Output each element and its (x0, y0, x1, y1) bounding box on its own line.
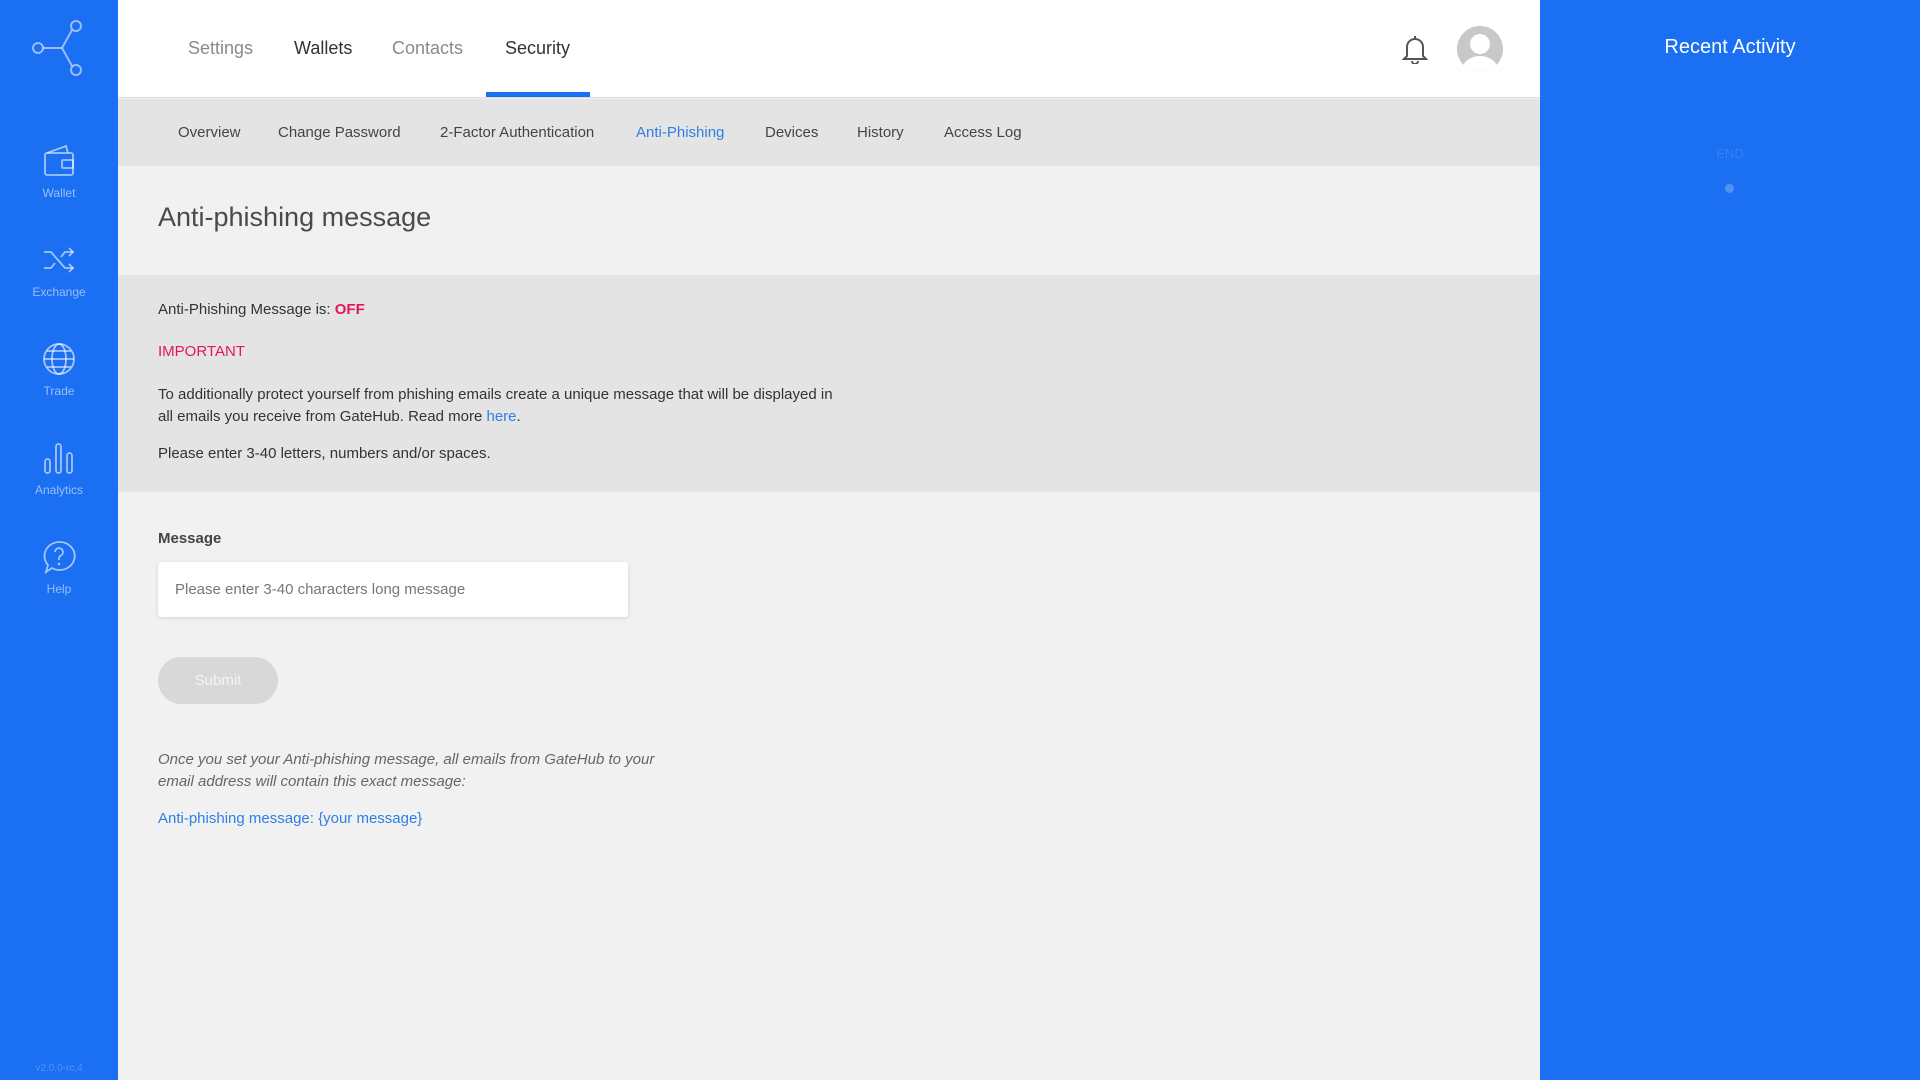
subnav-anti-phishing[interactable]: Anti-Phishing (636, 99, 724, 166)
info-box: Anti-Phishing Message is: OFF IMPORTANT … (118, 275, 1540, 492)
globe-icon (43, 343, 75, 375)
activity-end-label: END (1716, 146, 1744, 161)
sidebar-item-trade[interactable]: Trade (0, 342, 118, 422)
avatar[interactable] (1457, 26, 1503, 72)
active-tab-indicator (486, 92, 590, 97)
info-text: To additionally protect yourself from ph… (158, 384, 838, 428)
sidebar-item-exchange[interactable]: Exchange (0, 243, 118, 323)
recent-activity-panel: Recent Activity END (1540, 0, 1920, 1080)
bell-icon[interactable] (1401, 34, 1429, 64)
help-bubble-icon (43, 541, 76, 574)
sidebar-item-label: Trade (43, 384, 75, 398)
sidebar-item-wallet[interactable]: Wallet (0, 144, 118, 224)
sidebar-item-help[interactable]: Help (0, 540, 118, 620)
sidebar: Wallet Exchange Trade Analytics Help v2.… (0, 0, 118, 1080)
example-message-link[interactable]: Anti-phishing message: {your message} (158, 810, 422, 827)
timeline-dot (1725, 184, 1734, 193)
tab-settings[interactable]: Settings (188, 0, 253, 98)
top-bar: Settings Wallets Contacts Security (118, 0, 1540, 98)
sidebar-item-analytics[interactable]: Analytics (0, 441, 118, 521)
recent-activity-title: Recent Activity (1664, 36, 1796, 58)
version-label: v2.0.0-rc.4 (35, 1063, 83, 1074)
message-field-label: Message (158, 530, 222, 547)
page-title: Anti-phishing message (158, 202, 432, 232)
user-avatar-icon (1457, 26, 1503, 72)
sidebar-item-label: Help (46, 582, 72, 596)
subnav-access-log[interactable]: Access Log (944, 99, 1022, 166)
read-more-link[interactable]: here (486, 408, 516, 425)
sidebar-item-label: Wallet (42, 186, 76, 200)
wallet-icon (44, 144, 74, 176)
status-line: Anti-Phishing Message is: OFF (158, 301, 365, 318)
note-text: Once you set your Anti-phishing message,… (158, 751, 655, 790)
important-label: IMPORTANT (158, 343, 245, 360)
main-content: Anti-phishing message Anti-Phishing Mess… (118, 166, 1540, 1080)
tab-security[interactable]: Security (505, 0, 570, 98)
info-text-suffix: . (516, 408, 521, 425)
status-prefix: Anti-Phishing Message is: (158, 301, 335, 318)
sidebar-item-label: Analytics (34, 483, 84, 497)
network-logo-icon[interactable] (30, 18, 86, 78)
subnav-change-password[interactable]: Change Password (278, 99, 401, 166)
shuffle-icon (44, 247, 75, 273)
subnav-history[interactable]: History (857, 99, 904, 166)
sidebar-item-label: Exchange (32, 285, 86, 299)
tab-contacts[interactable]: Contacts (392, 0, 463, 98)
tab-wallets[interactable]: Wallets (294, 0, 352, 98)
rule-text: Please enter 3-40 letters, numbers and/o… (158, 445, 491, 462)
submit-button[interactable]: Submit (158, 657, 278, 704)
status-badge: OFF (334, 301, 365, 318)
subnav-devices[interactable]: Devices (765, 99, 818, 166)
message-input[interactable] (158, 562, 628, 617)
subnav-2fa[interactable]: 2-Factor Authentication (440, 99, 594, 166)
bar-chart-icon (44, 443, 73, 474)
security-subnav: Overview Change Password 2-Factor Authen… (118, 99, 1540, 166)
subnav-overview[interactable]: Overview (178, 99, 241, 166)
